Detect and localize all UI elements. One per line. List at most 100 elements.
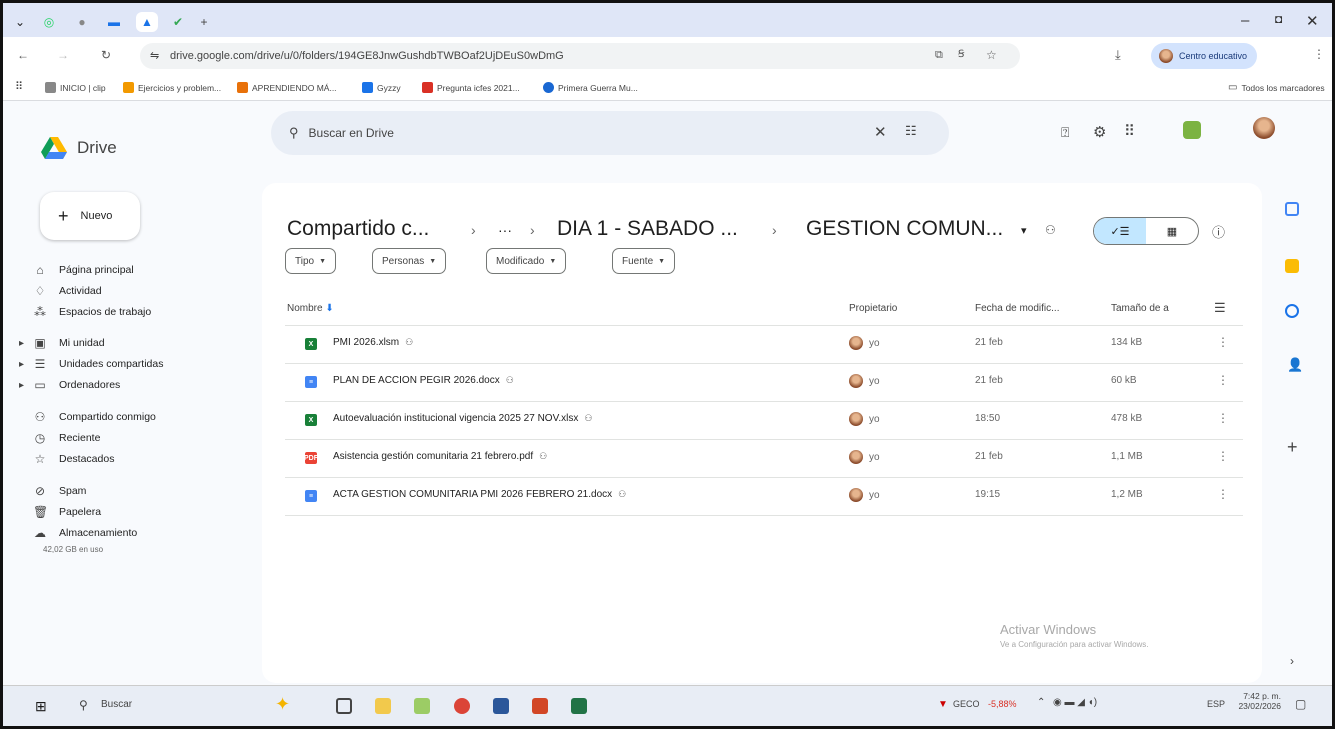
file-name[interactable]: Autoevaluación institucional vigencia 20… — [333, 413, 592, 424]
close-icon[interactable]: ✕ — [1306, 12, 1319, 30]
bookmark-primera-guerra[interactable]: Primera Guerra Mu... — [543, 82, 638, 93]
tray-icons[interactable]: ◉ ▬ ◢ ◖) — [1053, 697, 1097, 708]
nav-shared-drives[interactable]: ☰ Unidades compartidas — [33, 353, 164, 375]
minimize-icon[interactable]: – — [1241, 12, 1249, 29]
breadcrumb-ellipsis[interactable]: ··· — [498, 222, 512, 238]
breadcrumb-parent[interactable]: DIA 1 - SABADO ... — [557, 217, 738, 241]
clear-search-icon[interactable]: ✕ — [874, 123, 887, 141]
tab-generic-icon[interactable]: ● — [71, 12, 93, 32]
nav-workspaces[interactable]: ⁂ Espacios de trabajo — [33, 301, 151, 323]
nav-trash[interactable]: 🗑 Papelera — [33, 501, 101, 523]
profile-button[interactable]: Centro educativo — [1151, 43, 1257, 69]
list-view-icon[interactable]: ✓☰ — [1094, 218, 1146, 244]
language-indicator[interactable]: ESP — [1207, 699, 1225, 709]
bookmark-ejercicios[interactable]: Ejercicios y problem... — [123, 82, 221, 93]
star-icon[interactable]: ☆ — [986, 48, 997, 62]
filter-type[interactable]: Tipo ▼ — [285, 248, 337, 274]
column-name[interactable]: Nombre ⬇ — [287, 303, 334, 314]
nav-shared-with-me[interactable]: ⚇ Compartido conmigo — [33, 406, 156, 428]
more-actions-icon[interactable]: ⋮ — [1217, 335, 1229, 349]
expand-caret-icon[interactable]: ▸ — [19, 338, 24, 349]
file-row[interactable]: X Autoevaluación institucional vigencia 2… — [285, 402, 1243, 440]
keep-icon[interactable] — [1285, 259, 1299, 273]
column-owner[interactable]: Propietario — [849, 303, 897, 314]
forward-icon[interactable]: → — [57, 48, 69, 62]
new-tab-icon[interactable]: + — [193, 12, 215, 32]
file-name[interactable]: PLAN DE ACCION PEGIR 2026.docx ⚇ — [333, 375, 514, 386]
folder-menu-caret-icon[interactable]: ▾ — [1021, 224, 1027, 237]
nav-my-drive[interactable]: ▣ Mi unidad — [33, 332, 104, 354]
file-row[interactable]: ≡ ACTA GESTION COMUNITARIA PMI 2026 FEBRE… — [285, 478, 1243, 516]
apps-grid-icon[interactable]: ⠿ — [15, 80, 23, 93]
filter-modified[interactable]: Modificado ▼ — [486, 248, 567, 274]
chrome-icon[interactable] — [454, 698, 470, 714]
powerpoint-icon[interactable] — [532, 698, 548, 714]
nav-storage[interactable]: ☁ Almacenamiento — [33, 522, 137, 544]
app-icon[interactable] — [414, 698, 430, 714]
nav-computers[interactable]: ▭ Ordenadores — [33, 374, 120, 396]
bookmark-aprendiendo[interactable]: APRENDIENDO MÁ... — [237, 82, 337, 93]
search-icon[interactable]: ⚲ — [289, 125, 299, 141]
back-icon[interactable]: ← — [17, 48, 29, 62]
column-modified[interactable]: Fecha de modific... — [975, 303, 1059, 314]
nav-starred[interactable]: ☆ Destacados — [33, 448, 115, 470]
tab-drive-icon[interactable]: ▲ — [136, 12, 158, 32]
search-input[interactable]: Buscar en Drive — [309, 126, 394, 140]
file-name[interactable]: PMI 2026.xlsm ⚇ — [333, 337, 413, 348]
maximize-icon[interactable]: ◘ — [1275, 12, 1282, 26]
more-actions-icon[interactable]: ⋮ — [1217, 487, 1229, 501]
expand-caret-icon[interactable]: ▸ — [19, 380, 24, 391]
more-actions-icon[interactable]: ⋮ — [1217, 411, 1229, 425]
reload-icon[interactable]: ↻ — [101, 48, 111, 62]
file-row[interactable]: X PMI 2026.xlsm ⚇ yo 21 feb 134 kB ⋮ — [285, 326, 1243, 364]
file-explorer-icon[interactable] — [375, 698, 391, 714]
install-app-icon[interactable]: ⧉ — [935, 49, 943, 62]
all-bookmarks[interactable]: ▭ Todos los marcadores — [1228, 82, 1325, 93]
nav-spam[interactable]: ⊘ Spam — [33, 480, 86, 502]
tab-search-icon[interactable]: ⌄ — [9, 12, 31, 32]
stock-label[interactable]: GECO — [953, 699, 980, 709]
site-info-icon[interactable]: ⇋ — [150, 49, 159, 62]
info-icon[interactable]: ⓘ — [1212, 222, 1225, 241]
nav-home[interactable]: ⌂ Página principal — [33, 259, 133, 281]
google-apps-icon[interactable]: ⠿ — [1124, 122, 1135, 140]
file-name[interactable]: Asistencia gestión comunitaria 21 febrer… — [333, 451, 547, 462]
copilot-sparkle-icon[interactable]: ✦ — [275, 694, 290, 715]
bookmark-inicio[interactable]: INICIO | clip — [45, 82, 106, 93]
more-actions-icon[interactable]: ⋮ — [1217, 449, 1229, 463]
tab-check-icon[interactable]: ✔ — [167, 12, 189, 32]
file-row[interactable]: PDF Asistencia gestión comunitaria 21 feb… — [285, 440, 1243, 478]
settings-gear-icon[interactable]: ⚙ — [1093, 123, 1106, 141]
clock[interactable]: 7:42 p. m. 23/02/2026 — [1237, 691, 1281, 711]
browser-menu-icon[interactable]: ⋮ — [1313, 47, 1325, 61]
sort-down-arrow-icon[interactable]: ⬇ — [325, 303, 333, 314]
drive-search-bar[interactable]: ⚲ Buscar en Drive ✕ ☷ — [271, 111, 949, 155]
sort-options-icon[interactable]: ☰ — [1214, 300, 1226, 316]
notification-icon[interactable]: ▢ — [1295, 697, 1306, 711]
bookmark-pregunta[interactable]: Pregunta icfes 2021... — [422, 82, 520, 93]
contacts-icon[interactable]: 👤 — [1287, 357, 1303, 373]
account-avatar[interactable] — [1253, 117, 1275, 139]
bookmark-gyzzy[interactable]: Gyzzy — [362, 82, 401, 93]
grid-view-icon[interactable]: ▦ — [1146, 218, 1198, 244]
expand-panel-icon[interactable]: › — [1290, 654, 1294, 668]
tab-generic-icon-2[interactable]: ▬ — [103, 12, 125, 32]
expand-caret-icon[interactable]: ▸ — [19, 359, 24, 370]
calendar-icon[interactable] — [1285, 202, 1299, 216]
nav-recent[interactable]: ◷ Reciente — [33, 427, 101, 449]
breadcrumb-current[interactable]: GESTION COMUN... — [806, 217, 1003, 241]
nav-activity[interactable]: ♢ Actividad — [33, 280, 102, 302]
address-bar[interactable]: ⇋ drive.google.com/drive/u/0/folders/194… — [140, 43, 1020, 69]
help-icon[interactable]: ⍰ — [1061, 124, 1069, 141]
filter-source[interactable]: Fuente ▼ — [612, 248, 676, 274]
add-addon-icon[interactable]: + — [1287, 437, 1298, 458]
tasks-icon[interactable] — [1285, 304, 1299, 318]
windows-start-icon[interactable]: ⊞ — [35, 698, 47, 715]
translate-icon[interactable]: Ꞩ — [958, 49, 964, 60]
breadcrumb-root[interactable]: Compartido c... — [287, 217, 429, 241]
taskbar-search-icon[interactable]: ⚲ — [79, 698, 88, 712]
excel-icon[interactable] — [571, 698, 587, 714]
tab-whatsapp-icon[interactable]: ◎ — [38, 12, 60, 32]
taskbar-search-input[interactable]: Buscar — [101, 699, 132, 710]
file-name[interactable]: ACTA GESTION COMUNITARIA PMI 2026 FEBRER… — [333, 489, 626, 500]
